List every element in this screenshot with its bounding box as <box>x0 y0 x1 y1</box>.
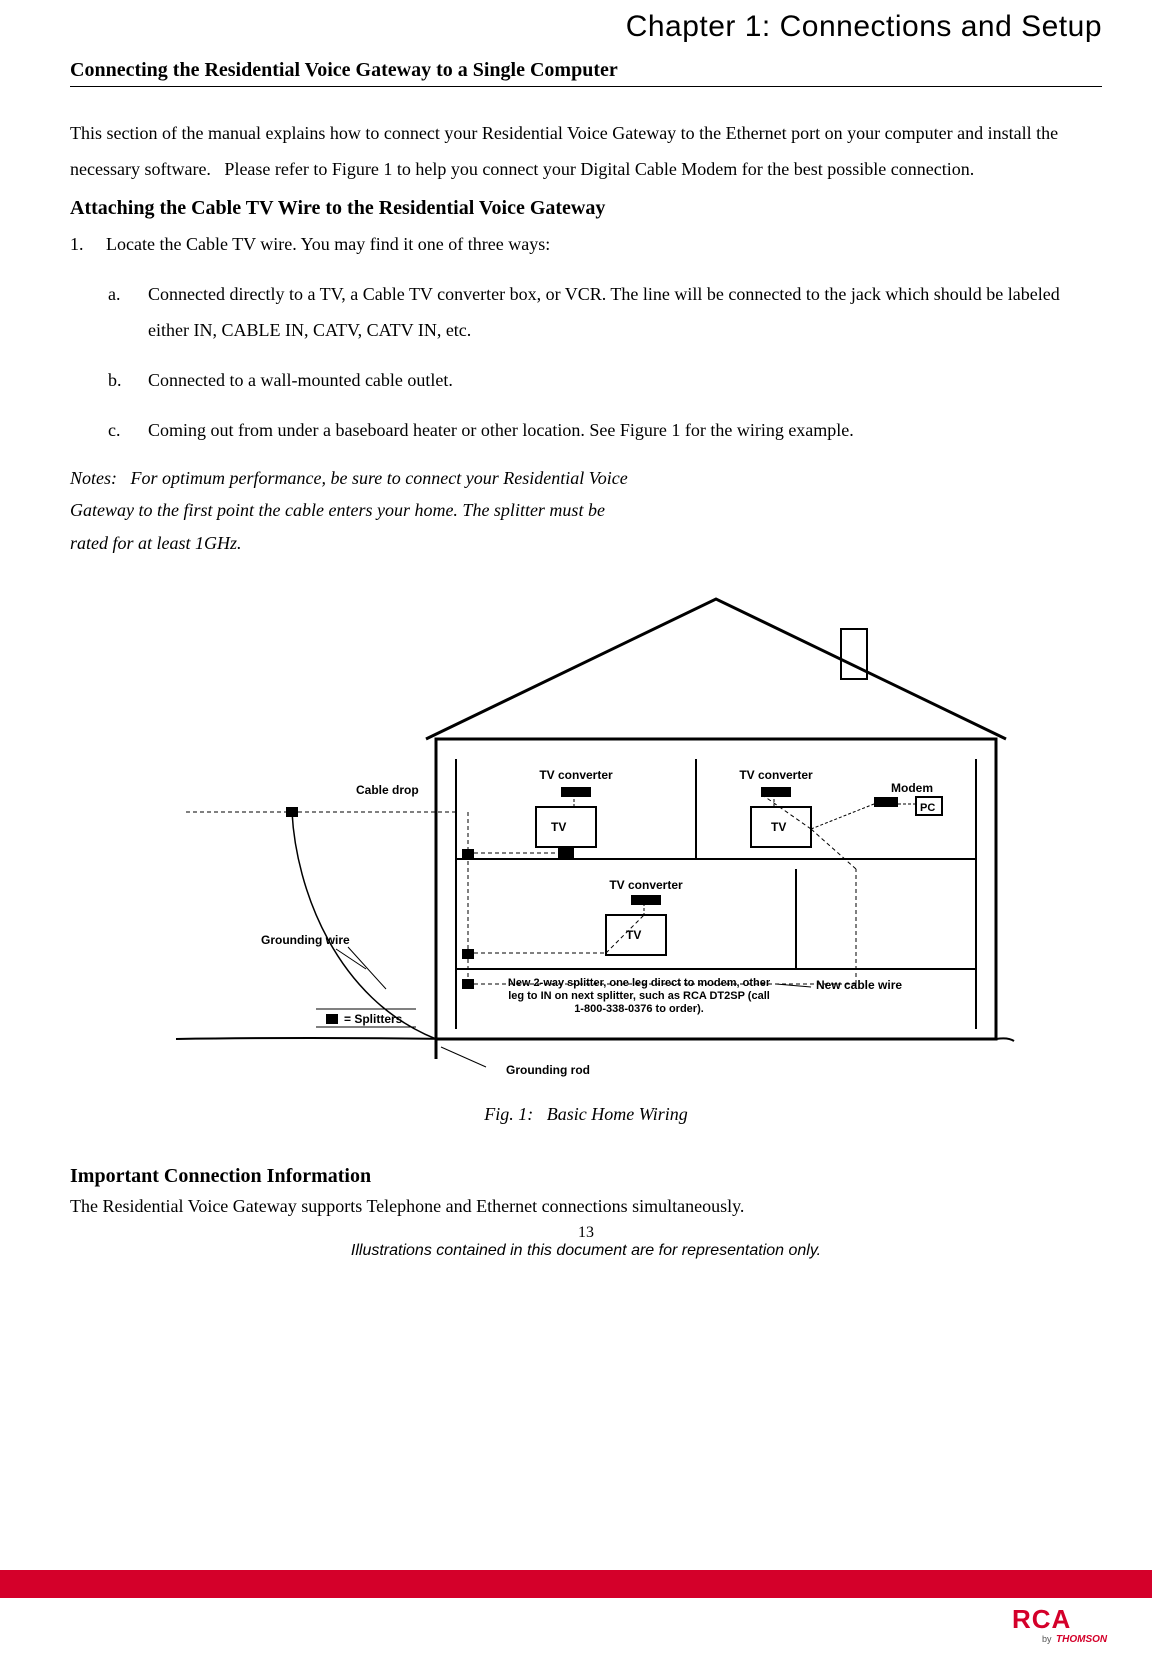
tv-label-2: TV <box>771 820 786 834</box>
important-info-heading: Important Connection Information <box>70 1165 1102 1188</box>
option-text: Coming out from under a baseboard heater… <box>148 412 854 448</box>
tv-label-1: TV <box>551 820 566 834</box>
footer-disclaimer: Illustrations contained in this document… <box>70 1242 1102 1260</box>
option-a: a. Connected directly to a TV, a Cable T… <box>108 276 1102 348</box>
footer-red-bar <box>0 1570 1152 1598</box>
important-info-text: The Residential Voice Gateway supports T… <box>70 1188 1102 1224</box>
step-number: 1. <box>70 226 106 262</box>
cable-drop-label: Cable drop <box>356 783 419 797</box>
figure-caption: Fig. 1: Basic Home Wiring <box>70 1104 1102 1125</box>
tv-converter-label-1: TV converter <box>539 768 613 782</box>
tv-converter-label-2: TV converter <box>739 768 813 782</box>
svg-text:RCA: RCA <box>1012 1604 1071 1634</box>
performance-note: Notes: For optimum performance, be sure … <box>70 462 630 559</box>
new-cable-wire-label: New cable wire <box>816 978 902 992</box>
tv-converter-label-3: TV converter <box>609 878 683 892</box>
option-letter: a. <box>108 276 148 348</box>
grounding-rod-label: Grounding rod <box>506 1063 590 1077</box>
page-number: 13 <box>70 1224 1102 1242</box>
option-text: Connected directly to a TV, a Cable TV c… <box>148 276 1102 348</box>
subsection-heading: Attaching the Cable TV Wire to the Resid… <box>70 197 1102 220</box>
pc-label: PC <box>920 802 935 814</box>
svg-text:THOMSON: THOMSON <box>1056 1634 1108 1645</box>
section-heading: Connecting the Residential Voice Gateway… <box>70 59 1102 87</box>
step-1: 1. Locate the Cable TV wire. You may fin… <box>70 226 1102 262</box>
splitter-note: New 2-way splitter, one leg direct to mo… <box>504 977 774 1017</box>
step-text: Locate the Cable TV wire. You may find i… <box>106 226 550 262</box>
intro-paragraph: This section of the manual explains how … <box>70 115 1102 187</box>
wiring-diagram: TV converter TV TV converter TV Modem PC… <box>70 569 1102 1094</box>
rca-logo: RCA by THOMSON <box>1012 1604 1122 1651</box>
logo-row: RCA by THOMSON <box>0 1598 1152 1663</box>
option-letter: c. <box>108 412 148 448</box>
chapter-title: Chapter 1: Connections and Setup <box>70 10 1102 44</box>
modem-label: Modem <box>891 781 933 795</box>
option-text: Connected to a wall-mounted cable outlet… <box>148 362 453 398</box>
option-b: b. Connected to a wall-mounted cable out… <box>108 362 1102 398</box>
grounding-wire-label: Grounding wire <box>261 933 350 947</box>
option-letter: b. <box>108 362 148 398</box>
option-c: c. Coming out from under a baseboard hea… <box>108 412 1102 448</box>
splitters-legend: = Splitters <box>344 1012 403 1026</box>
svg-text:by: by <box>1042 1634 1052 1644</box>
